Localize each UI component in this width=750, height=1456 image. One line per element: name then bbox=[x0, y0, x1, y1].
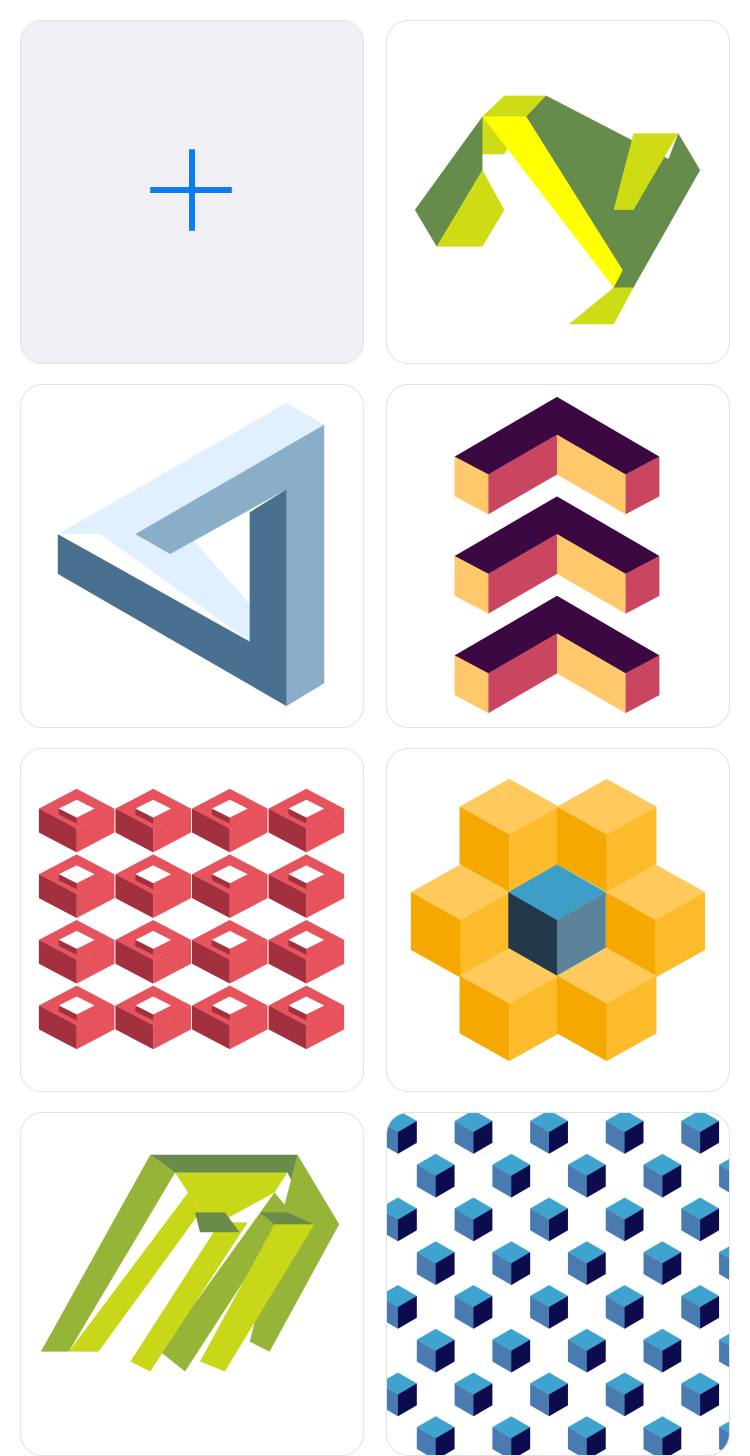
plus-icon bbox=[150, 149, 232, 231]
pattern-tile-lattice[interactable] bbox=[20, 748, 364, 1092]
pattern-tile-zigzag[interactable] bbox=[386, 20, 730, 364]
isometric-lattice-pattern bbox=[38, 788, 345, 1050]
add-pattern-button[interactable] bbox=[20, 20, 364, 364]
impossible-frame-pattern bbox=[40, 1154, 340, 1372]
hexagon-cube-tiling-pattern bbox=[387, 1113, 729, 1455]
pattern-tile-chevrons[interactable] bbox=[386, 384, 730, 728]
pattern-tile-hex-cubes[interactable] bbox=[386, 1112, 730, 1456]
zigzag-ribbon-pattern bbox=[414, 95, 701, 325]
pattern-gallery bbox=[20, 20, 730, 1456]
impossible-triangle-pattern bbox=[57, 402, 325, 707]
cube-flower-pattern bbox=[410, 778, 706, 1062]
pattern-tile-penrose-triangle[interactable] bbox=[20, 384, 364, 728]
pattern-tile-impossible-frame[interactable] bbox=[20, 1112, 364, 1456]
stacked-chevrons-pattern bbox=[454, 396, 660, 714]
pattern-tile-cube-flower[interactable] bbox=[386, 748, 730, 1092]
